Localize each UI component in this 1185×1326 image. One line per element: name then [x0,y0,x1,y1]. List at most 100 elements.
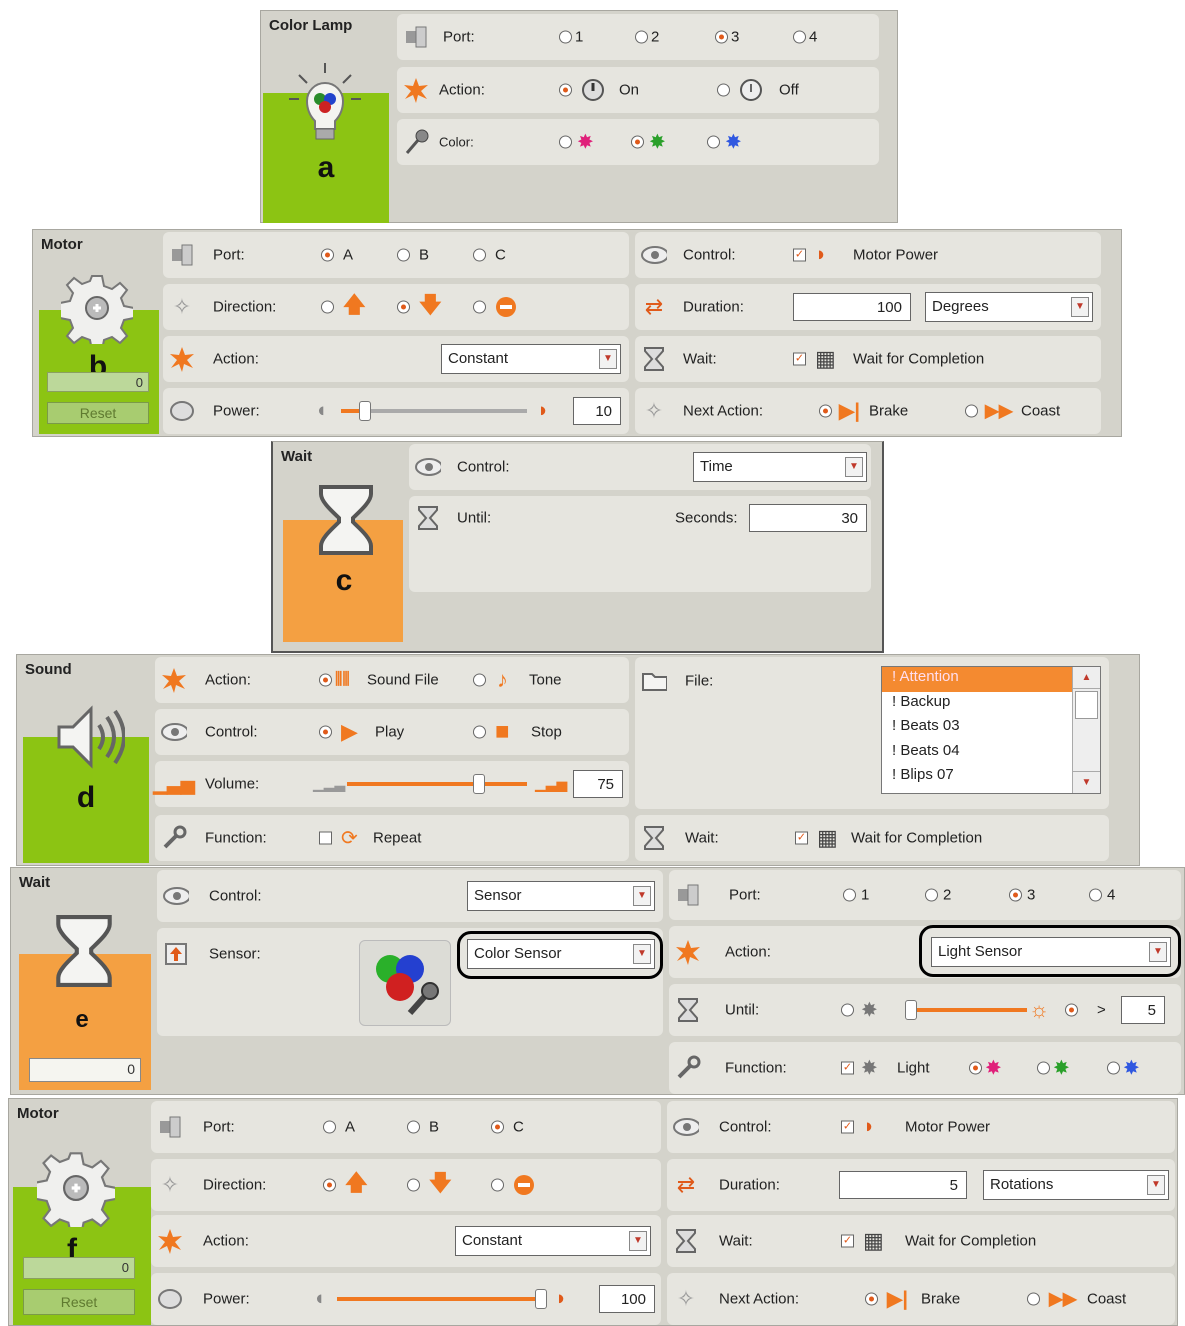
port-radio-c[interactable] [491,1120,504,1134]
coast-radio[interactable] [1027,1292,1040,1306]
action-row: Action: Light Sensor ▼ [669,925,1181,978]
file-list-item[interactable]: ! Beats 03 [882,716,1100,741]
port-radio-b[interactable] [407,1120,420,1134]
until-bright-radio[interactable] [1065,1003,1078,1017]
duration-unit-dropdown[interactable]: Rotations ▼ [983,1170,1169,1200]
next-action-label: Next Action: [683,402,764,420]
direction-forward-radio[interactable] [321,300,334,314]
light-checkbox[interactable]: ✓ [841,1061,854,1075]
port-radio-a[interactable] [321,248,334,262]
reset-button[interactable]: Reset [47,402,149,424]
port-radio-3[interactable] [1009,888,1022,902]
power-slider-track[interactable] [337,1297,535,1301]
wait-checkbox[interactable]: ✓ [841,1234,854,1248]
duration-label: Duration: [719,1176,780,1194]
port-option-2: 2 [943,886,952,904]
direction-backward-radio[interactable] [397,300,410,314]
stop-radio[interactable] [473,725,486,739]
repeat-checkbox[interactable] [319,831,332,845]
power-input[interactable]: 100 [599,1285,655,1313]
blue-light-icon: ✸ [725,131,742,154]
control-dropdown[interactable]: Sensor ▼ [467,881,655,911]
scroll-down-icon[interactable]: ▼ [1073,771,1100,793]
control-label: Control: [209,887,262,905]
control-checkbox[interactable]: ✓ [841,1120,854,1134]
sensor-up-icon [163,941,189,967]
port-radio-1[interactable] [559,30,572,44]
direction-stop-radio[interactable] [473,300,486,314]
file-list-item[interactable]: ! Backup [882,692,1100,717]
wait-checkbox[interactable]: ✓ [795,831,808,845]
direction-backward-radio[interactable] [407,1178,420,1192]
action-on-radio[interactable] [559,83,572,97]
color-lamp-panel: Color Lamp a Port: 1 2 3 4 Action: On Of… [260,10,898,223]
coast-radio[interactable] [965,404,978,418]
action-dropdown[interactable]: Constant ▼ [455,1226,651,1256]
checkered-flag-icon: ▦ [815,346,836,371]
duration-input[interactable]: 100 [793,293,911,321]
tone-radio[interactable] [473,673,486,687]
block-letter: a [317,151,335,184]
color-blue-radio[interactable] [1107,1061,1120,1075]
sensor-counter: 0 [29,1058,141,1082]
port-radio-2[interactable] [925,888,938,902]
port-radio-2[interactable] [635,30,648,44]
port-radio-1[interactable] [843,888,856,902]
file-list-item[interactable]: ! Beats 04 [882,741,1100,766]
port-radio-3[interactable] [715,30,728,44]
sound-file-radio[interactable] [319,673,332,687]
chevron-down-icon: ▼ [633,886,651,906]
file-list-scrollbar[interactable]: ▲ ▼ [1072,667,1100,793]
direction-forward-radio[interactable] [323,1178,336,1192]
control-dropdown[interactable]: Time ▼ [693,452,867,482]
duration-input[interactable]: 5 [839,1171,967,1199]
play-radio[interactable] [319,725,332,739]
until-dark-radio[interactable] [841,1003,854,1017]
duration-unit-dropdown[interactable]: Degrees ▼ [925,292,1093,322]
action-dropdown[interactable]: Constant ▼ [441,344,621,374]
hourglass-icon [675,997,701,1023]
control-label: Control: [719,1118,772,1136]
direction-stop-radio[interactable] [491,1178,504,1192]
reset-button[interactable]: Reset [23,1289,135,1315]
block-letter: d [76,781,96,814]
file-list-item[interactable]: ! Attention [882,667,1100,692]
wait-time-panel: Wait c Control: Time ▼ Until: Seconds: 30 [271,441,884,653]
port-radio-4[interactable] [1089,888,1102,902]
file-list-item[interactable]: ! Blips 07 [882,765,1100,790]
power-slider-thumb[interactable] [535,1289,547,1309]
color-blue-radio[interactable] [707,135,720,149]
port-option-b: B [429,1118,440,1136]
until-slider-thumb[interactable] [905,1000,917,1020]
seconds-input[interactable]: 30 [749,504,867,532]
color-green-radio[interactable] [631,135,644,149]
until-input[interactable]: 5 [1121,996,1165,1024]
chevron-down-icon: ▼ [629,1231,647,1251]
volume-slider-thumb[interactable] [473,774,485,794]
color-red-radio[interactable] [969,1061,982,1075]
volume-input[interactable]: 75 [573,770,623,798]
port-radio-4[interactable] [793,30,806,44]
power-input[interactable]: 10 [573,397,621,425]
motor-power-icon: ◗ [815,243,828,266]
file-list[interactable]: ! Attention ! Backup ! Beats 03 ! Beats … [881,666,1101,794]
port-radio-c[interactable] [473,248,486,262]
power-row: Power: ◖ ◗ 10 [163,388,629,434]
panel-title: Sound [25,661,72,678]
action-off-radio[interactable] [717,83,730,97]
color-green-radio[interactable] [1037,1061,1050,1075]
brake-radio[interactable] [819,404,832,418]
stop-icon [514,1175,534,1195]
volume-slider-track[interactable] [347,782,527,786]
wait-checkbox[interactable]: ✓ [793,352,806,366]
power-slider-thumb[interactable] [359,401,371,421]
port-radio-a[interactable] [323,1120,336,1134]
color-red-radio[interactable] [559,135,572,149]
sound-file-label: Sound File [367,671,439,689]
scroll-thumb[interactable] [1075,691,1098,719]
brake-radio[interactable] [865,1292,878,1306]
until-slider-track[interactable] [917,1008,1027,1012]
port-radio-b[interactable] [397,248,410,262]
control-checkbox[interactable]: ✓ [793,248,806,262]
scroll-up-icon[interactable]: ▲ [1073,667,1100,689]
